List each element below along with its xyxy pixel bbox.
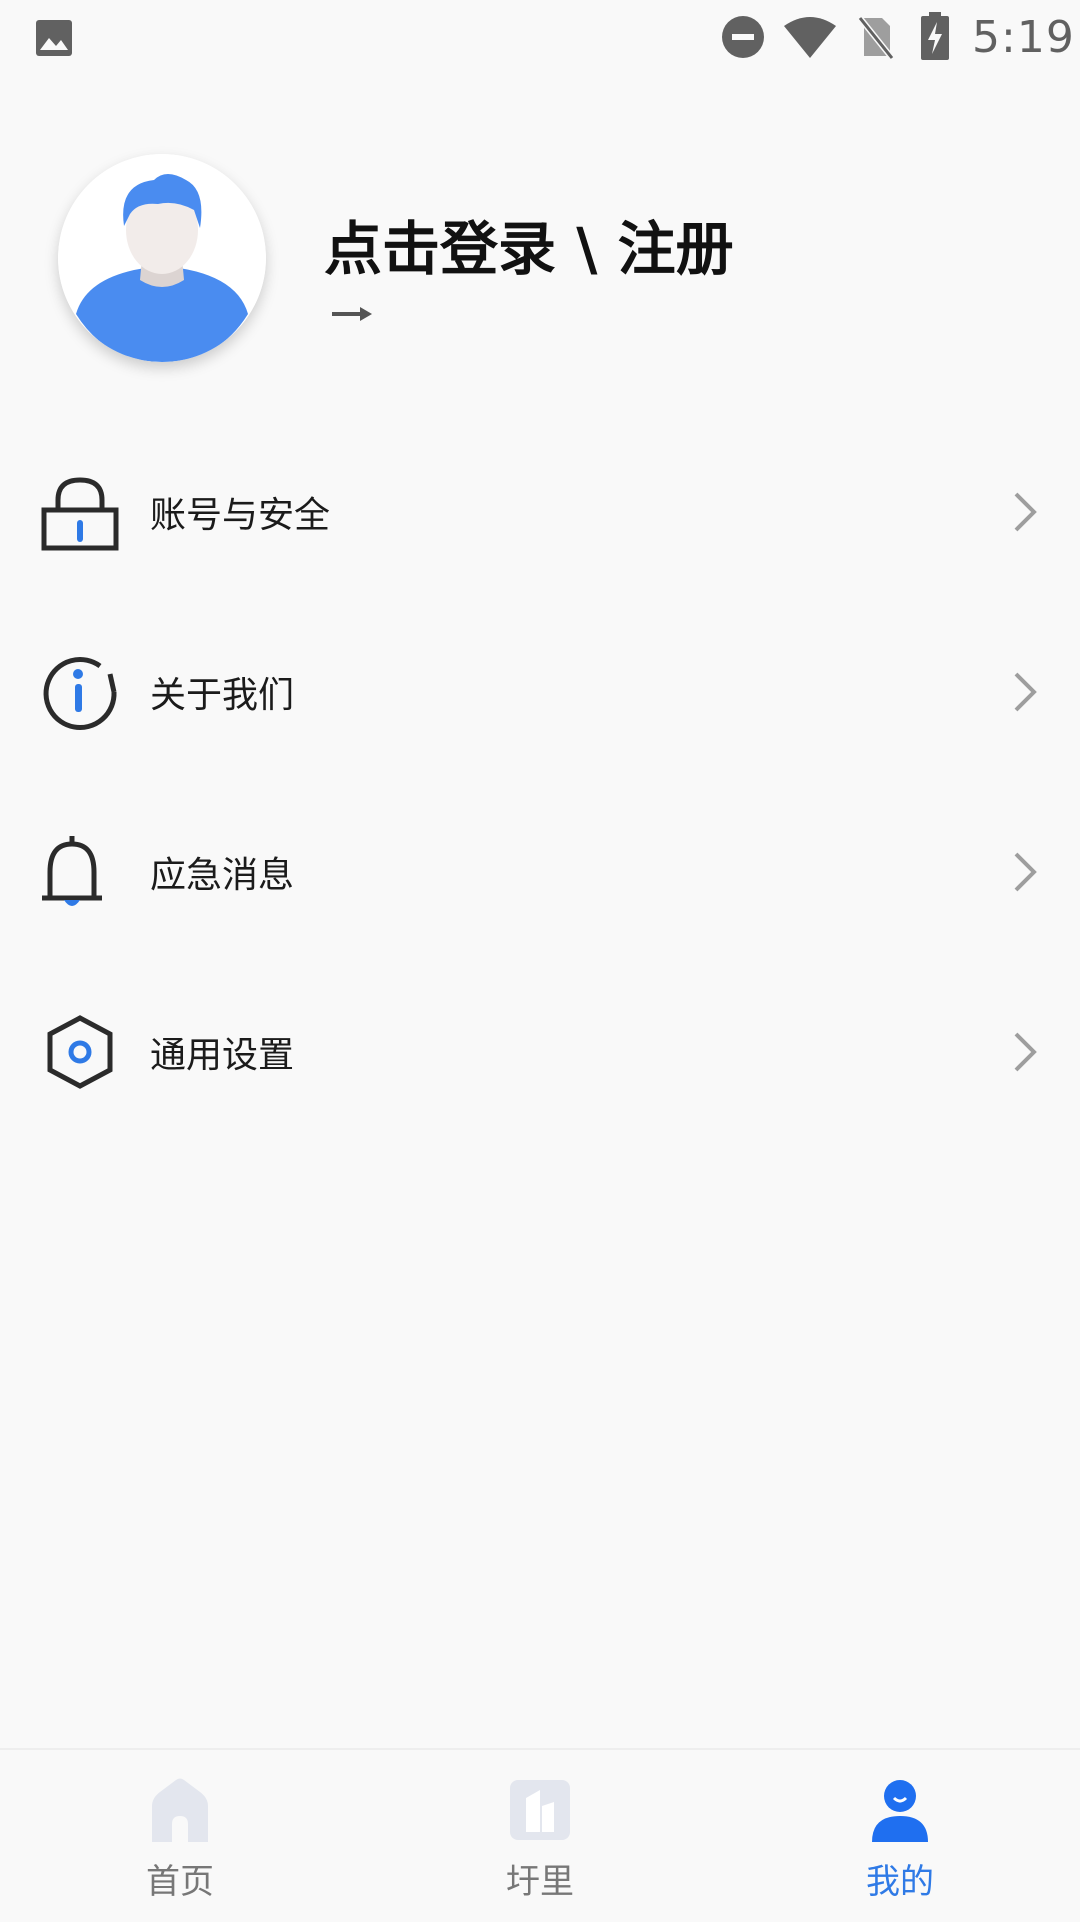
menu-label: 账号与安全 (150, 495, 331, 536)
info-icon (43, 657, 117, 730)
tab-mine[interactable]: 我的 (780, 1750, 1020, 1922)
settings-icon (47, 1015, 113, 1089)
wifi-icon (784, 17, 836, 58)
profile-header[interactable]: 点击登录 \ 注册 (0, 140, 1080, 380)
menu-label: 应急消息 (150, 855, 295, 896)
menu-item-general-settings[interactable]: 通用设置 (0, 972, 1080, 1132)
lock-icon (41, 477, 119, 551)
menu-label: 关于我们 (150, 675, 295, 716)
no-sim-icon (857, 16, 895, 60)
building-icon (510, 1780, 570, 1840)
tab-weili[interactable]: 圩里 (420, 1750, 660, 1922)
menu-label: 通用设置 (150, 1035, 295, 1076)
chevron-right-icon (1014, 1032, 1037, 1072)
do-not-disturb-icon (722, 16, 764, 58)
user-avatar-icon[interactable] (58, 154, 266, 362)
chevron-right-icon (1014, 852, 1037, 892)
tab-label: 首页 (146, 1862, 214, 1902)
gallery-icon (36, 20, 72, 56)
tab-home[interactable]: 首页 (60, 1750, 300, 1922)
login-register-link[interactable]: 点击登录 \ 注册 (324, 202, 734, 286)
arrow-right-icon[interactable] (330, 302, 374, 326)
bottom-navigation: 首页 圩里 我的 (0, 1748, 1080, 1922)
menu-item-about-us[interactable]: 关于我们 (0, 612, 1080, 772)
chevron-right-icon (1014, 492, 1037, 532)
profile-icon (872, 1780, 928, 1842)
battery-charging-icon (921, 12, 949, 60)
tab-label: 我的 (866, 1862, 934, 1902)
status-bar: 5:19 (0, 0, 1080, 74)
home-icon (152, 1778, 208, 1842)
chevron-right-icon (1014, 672, 1037, 712)
menu-item-account-security[interactable]: 账号与安全 (0, 432, 1080, 592)
bell-icon (42, 836, 102, 906)
tab-label: 圩里 (506, 1862, 574, 1902)
status-time: 5:19 (972, 12, 1075, 63)
menu-item-emergency-messages[interactable]: 应急消息 (0, 792, 1080, 952)
